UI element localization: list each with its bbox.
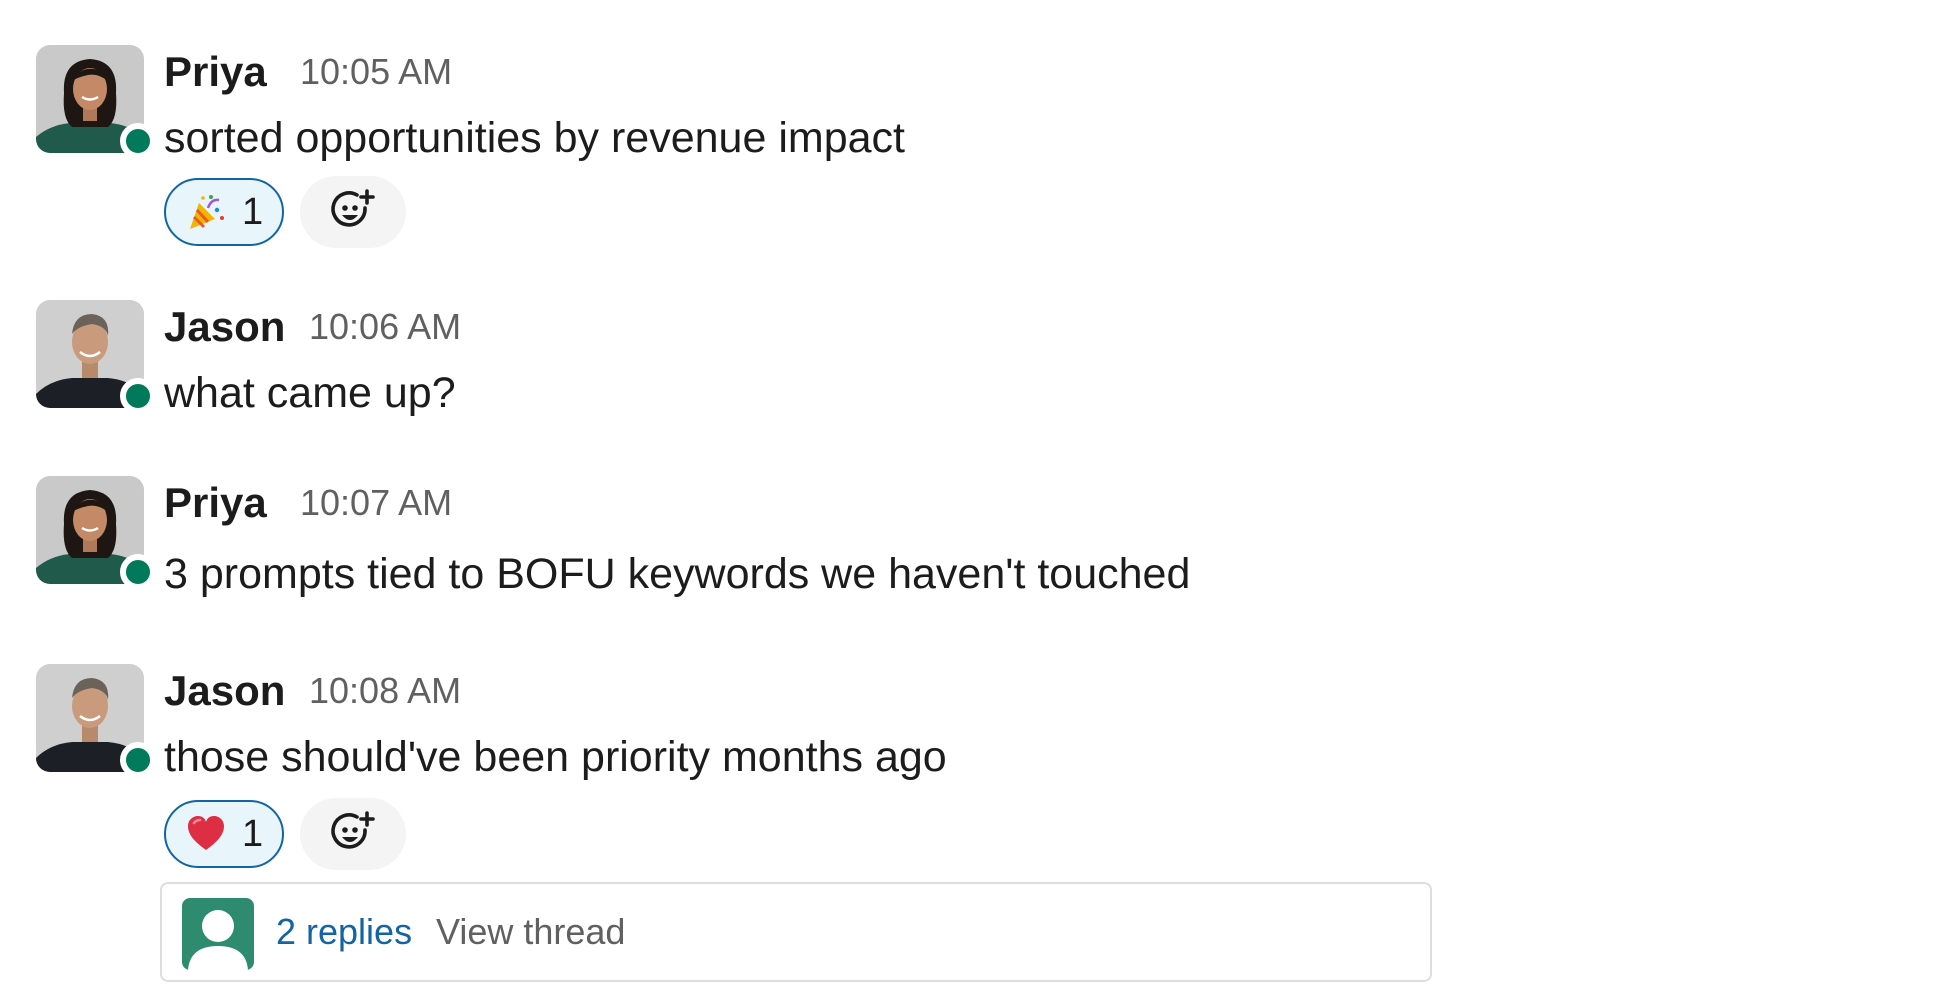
add-reaction-icon <box>329 810 377 858</box>
view-thread-link[interactable]: View thread <box>436 908 625 956</box>
red-heart-icon <box>188 816 224 850</box>
replies-count-link[interactable]: 2 replies <box>276 908 412 956</box>
online-status-dot <box>120 554 156 590</box>
add-reaction-icon <box>329 188 377 236</box>
reaction-count: 1 <box>242 191 264 233</box>
online-status-dot <box>120 123 156 159</box>
add-reaction-button[interactable] <box>300 176 406 248</box>
priya-avatar[interactable] <box>36 45 156 159</box>
online-status-dot <box>120 742 156 778</box>
message-timestamp[interactable]: 10:06 AM <box>309 303 461 351</box>
message-timestamp[interactable]: 10:07 AM <box>300 479 452 527</box>
replier-avatar <box>182 898 254 970</box>
author-name[interactable]: Priya <box>164 48 267 96</box>
message-timestamp[interactable]: 10:05 AM <box>300 48 452 96</box>
add-reaction-button[interactable] <box>300 798 406 870</box>
priya-avatar[interactable] <box>36 476 156 590</box>
online-status-dot <box>120 378 156 414</box>
user-placeholder-icon <box>182 898 254 970</box>
author-name[interactable]: Jason <box>164 667 285 715</box>
jason-avatar[interactable] <box>36 664 156 778</box>
reaction-red-heart[interactable]: 1 <box>164 800 284 868</box>
message-text: sorted opportunities by revenue impact <box>164 114 905 162</box>
message-text: those should've been priority months ago <box>164 733 947 781</box>
message-text: what came up? <box>164 369 456 417</box>
reaction-party-popper[interactable]: 1 <box>164 178 284 246</box>
author-name[interactable]: Jason <box>164 303 285 351</box>
message-timestamp[interactable]: 10:08 AM <box>309 667 461 715</box>
author-name[interactable]: Priya <box>164 479 267 527</box>
thread-replies-bar[interactable]: 2 replies View thread <box>160 882 1432 982</box>
party-popper-icon <box>190 195 224 229</box>
reaction-count: 1 <box>242 813 264 855</box>
message-text: 3 prompts tied to BOFU keywords we haven… <box>164 550 1191 598</box>
jason-avatar[interactable] <box>36 300 156 414</box>
